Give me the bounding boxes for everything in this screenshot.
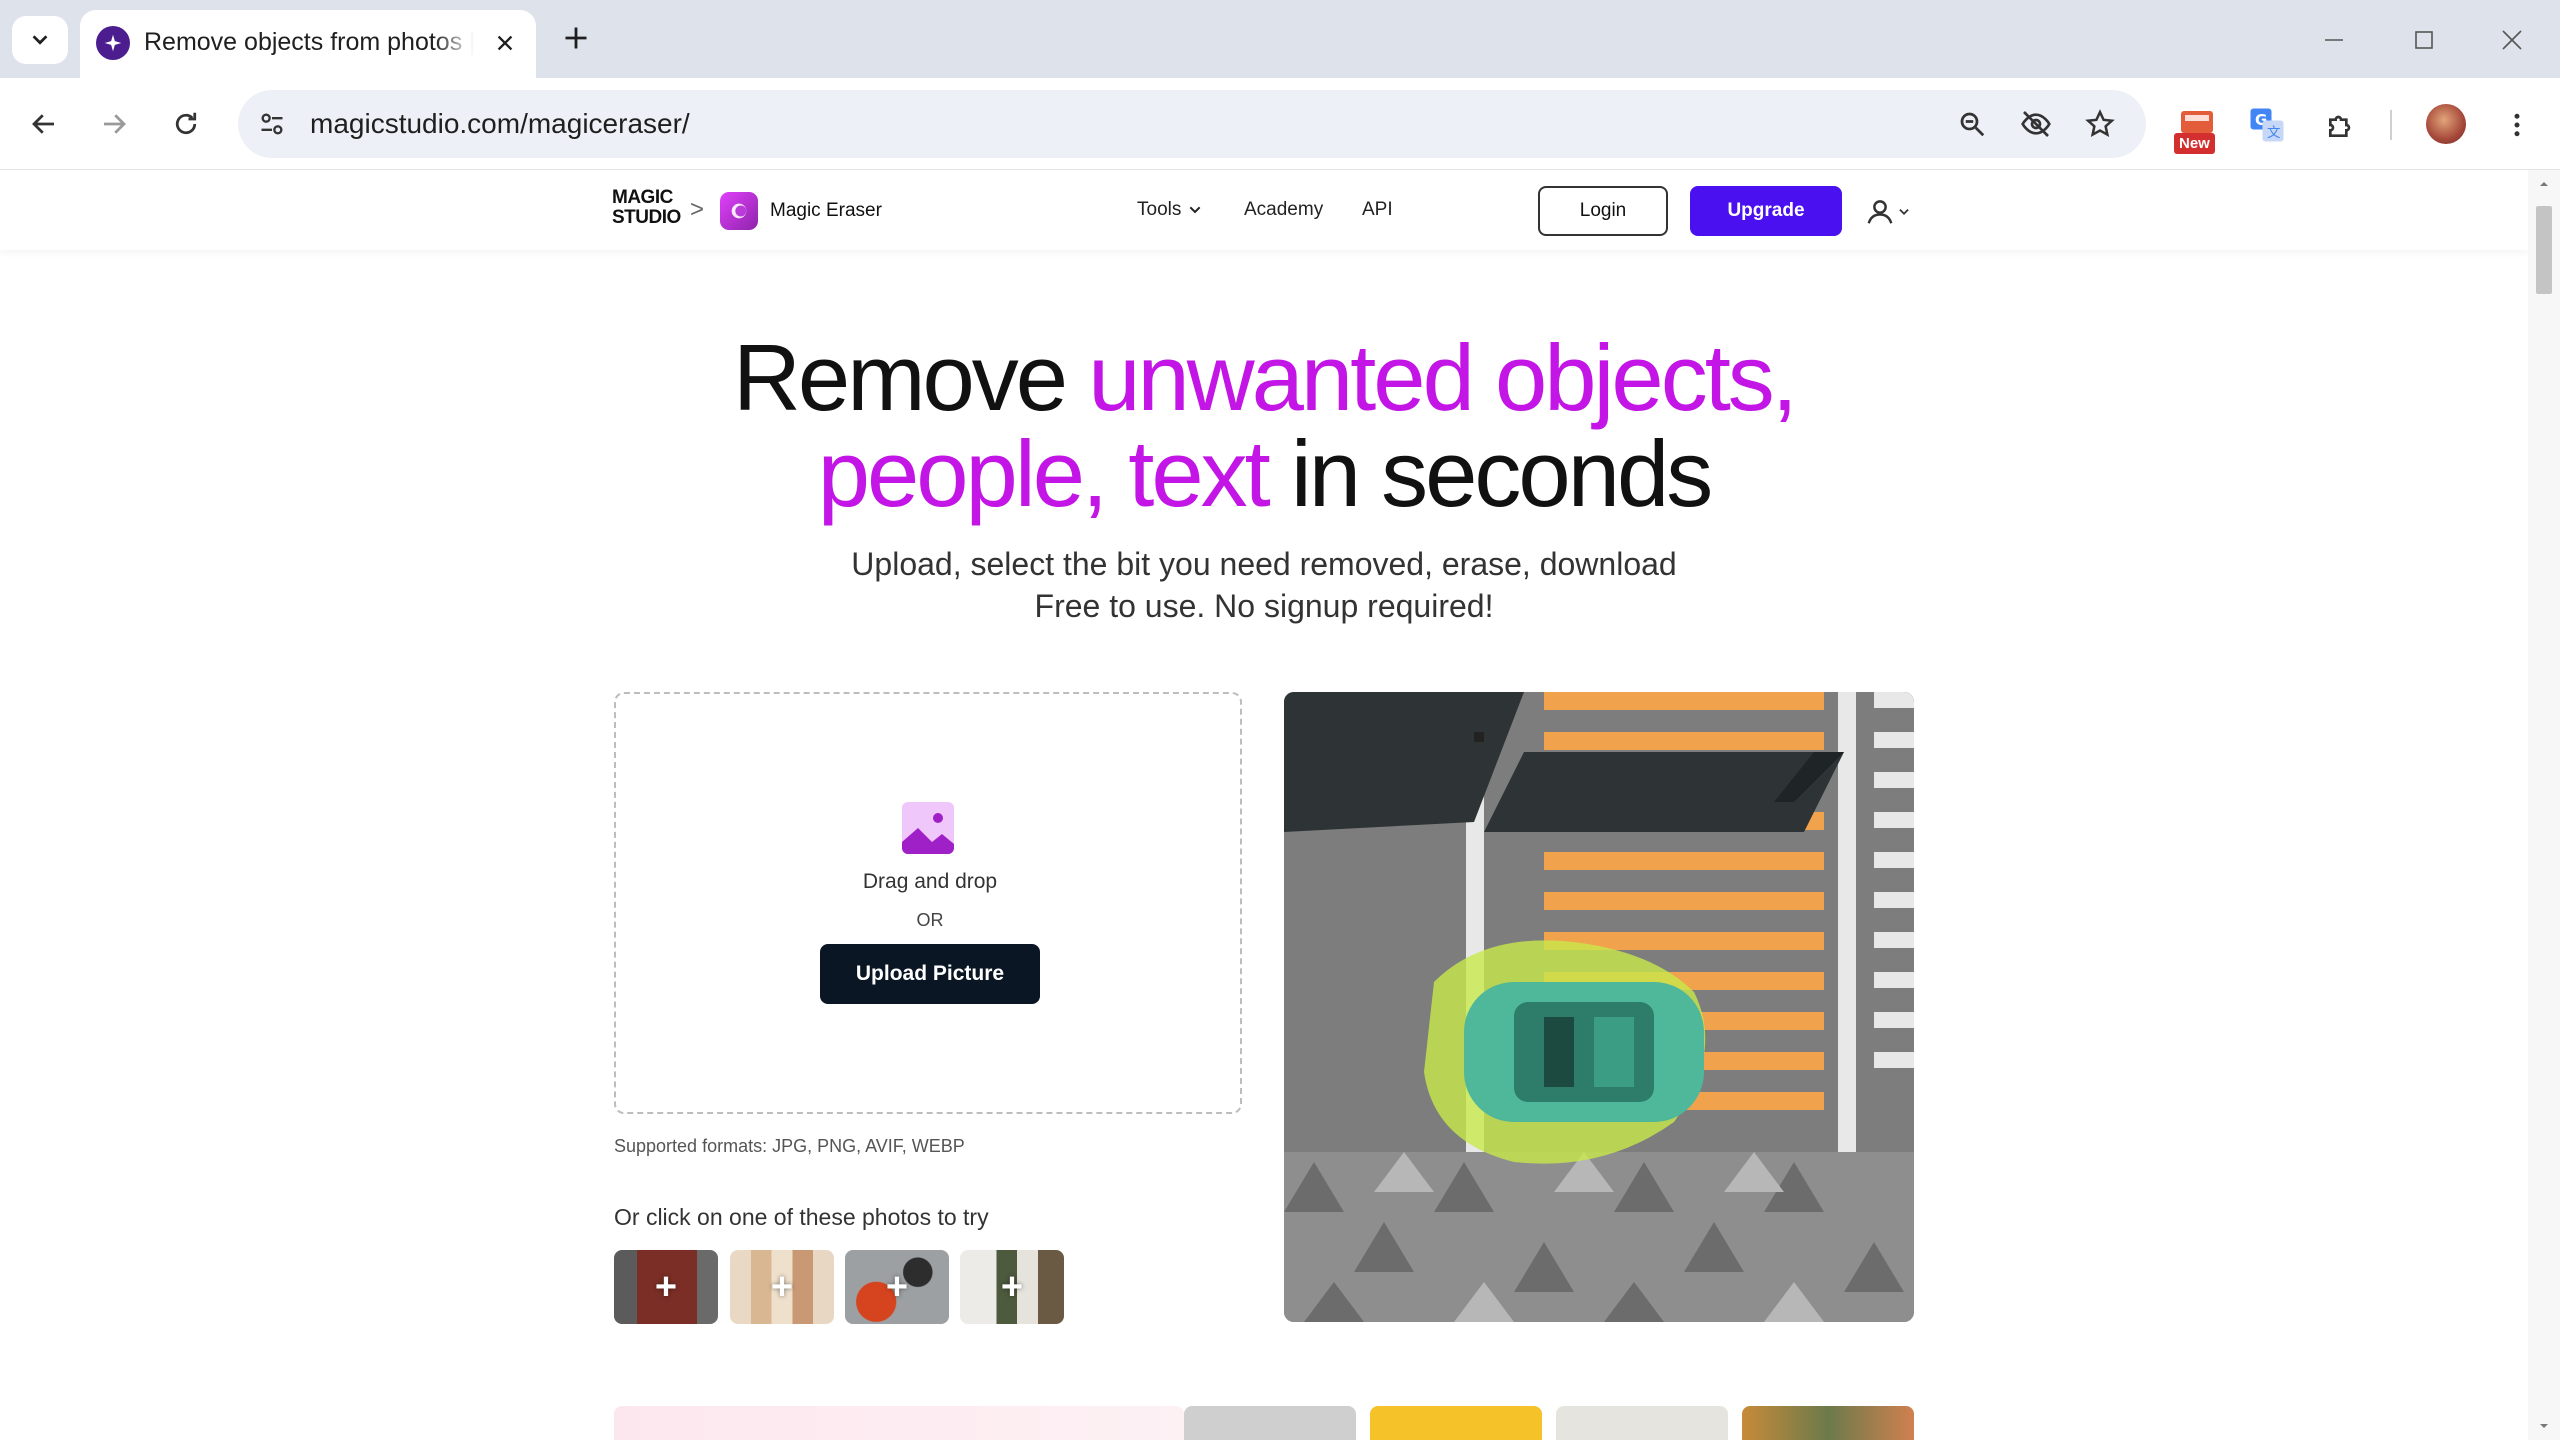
or-label: OR <box>916 910 944 930</box>
chevron-down-icon <box>1899 209 1909 215</box>
plus-icon: + <box>770 1266 794 1308</box>
hero-title-part2: in seconds <box>1267 421 1713 526</box>
address-bar[interactable]: magicstudio.com/magiceraser/ <box>238 90 2146 158</box>
nav-tools-label: Tools <box>1137 199 1182 220</box>
reload-icon[interactable] <box>162 100 210 148</box>
magic-eraser-product-icon[interactable] <box>720 192 758 230</box>
nav-api[interactable]: API <box>1362 199 1393 221</box>
eye-off-icon[interactable] <box>2016 104 2056 144</box>
minimize-icon[interactable] <box>2312 18 2356 62</box>
upload-dropzone[interactable]: Drag and drop OR Upload Picture <box>614 692 1242 1114</box>
login-button[interactable]: Login <box>1538 186 1668 236</box>
site-info-icon[interactable] <box>250 102 294 146</box>
upload-picture-button[interactable]: Upload Picture <box>820 944 1040 1004</box>
site-header: MAGIC STUDIO > Magic Eraser Tools Academ… <box>0 170 2528 250</box>
preview-image-3 <box>1556 1406 1728 1440</box>
nav-academy[interactable]: Academy <box>1244 199 1323 221</box>
chevron-down-icon <box>32 35 48 45</box>
image-upload-icon <box>902 802 954 854</box>
preview-banner <box>614 1406 1184 1440</box>
hero-title-accent2: people, text <box>817 421 1271 526</box>
translate-icon[interactable]: G文 <box>2242 100 2292 150</box>
extensions-puzzle-icon[interactable] <box>2316 100 2366 150</box>
svg-text:文: 文 <box>2267 125 2281 141</box>
account-menu-button[interactable] <box>1862 192 1914 232</box>
hero-title-part1: Remove <box>733 325 1089 430</box>
scroll-down-arrow-icon[interactable] <box>2536 1418 2552 1434</box>
tab-title: Remove objects from photos | Magic Studi… <box>144 28 474 56</box>
page-scrollbar[interactable] <box>2528 170 2560 1440</box>
close-window-icon[interactable] <box>2490 18 2534 62</box>
magic-studio-logo[interactable]: MAGIC STUDIO <box>612 188 682 234</box>
supported-formats: Supported formats: JPG, PNG, AVIF, WEBP <box>614 1136 965 1156</box>
hero-subtitle-line2: Free to use. No signup required! <box>1034 588 1494 624</box>
tab-search-button[interactable] <box>12 16 68 64</box>
product-name[interactable]: Magic Eraser <box>770 200 882 222</box>
back-arrow-icon[interactable] <box>20 100 68 148</box>
forward-arrow-icon[interactable] <box>90 100 138 148</box>
preview-image-1 <box>1184 1406 1356 1440</box>
breadcrumb-separator: > <box>690 196 705 223</box>
sample-photo-4[interactable]: + <box>960 1250 1064 1324</box>
try-samples-label: Or click on one of these photos to try <box>614 1204 989 1230</box>
preview-image-4 <box>1742 1406 1914 1440</box>
nav-academy-label: Academy <box>1244 199 1324 220</box>
logo-line-1: MAGIC <box>612 187 673 208</box>
plus-icon: + <box>654 1266 678 1308</box>
nav-tools[interactable]: Tools <box>1137 199 1203 221</box>
page-viewport: MAGIC STUDIO > Magic Eraser Tools Academ… <box>0 170 2528 1440</box>
hero-title: Remove unwanted objects, people, text in… <box>0 330 2528 522</box>
sample-photo-1[interactable]: + <box>614 1250 718 1324</box>
browser-toolbar: magicstudio.com/magiceraser/ New G文 <box>0 78 2560 170</box>
hero-subtitle-line1: Upload, select the bit you need removed,… <box>851 546 1677 582</box>
sample-photo-2[interactable]: + <box>730 1250 834 1324</box>
plus-icon: + <box>885 1266 909 1308</box>
maximize-icon[interactable] <box>2402 18 2446 62</box>
drag-and-drop-label: Drag and drop <box>862 870 998 893</box>
zoom-icon[interactable] <box>1952 104 1992 144</box>
more-vertical-icon[interactable] <box>2492 100 2542 150</box>
profile-avatar[interactable] <box>2426 104 2466 144</box>
new-tab-plus-icon[interactable] <box>556 18 596 58</box>
logo-line-2: STUDIO <box>612 207 681 228</box>
scroll-up-arrow-icon[interactable] <box>2536 176 2552 192</box>
nav-api-label: API <box>1362 199 1393 220</box>
new-badge: New <box>2174 133 2215 154</box>
browser-tab-bar: Remove objects from photos | Magic Studi… <box>0 0 2560 78</box>
new-extension-icon[interactable]: New <box>2172 100 2222 154</box>
url-text[interactable]: magicstudio.com/magiceraser/ <box>310 108 690 140</box>
upgrade-button[interactable]: Upgrade <box>1690 186 1842 236</box>
plus-icon: + <box>1000 1266 1024 1308</box>
tab-close-icon[interactable] <box>488 26 522 60</box>
bookmark-star-icon[interactable] <box>2080 104 2120 144</box>
preview-image-2 <box>1370 1406 1542 1440</box>
sample-photo-3[interactable]: + <box>845 1250 949 1324</box>
magic-studio-favicon-icon <box>96 26 130 60</box>
toolbar-divider <box>2390 110 2392 140</box>
chevron-down-icon <box>1189 206 1201 214</box>
active-tab[interactable]: Remove objects from photos | Magic Studi… <box>80 10 536 78</box>
scrollbar-thumb[interactable] <box>2536 206 2552 294</box>
user-icon <box>1867 200 1893 224</box>
example-crosswalk-image <box>1284 692 1914 1322</box>
hero-title-accent1: unwanted objects, <box>1088 325 1798 430</box>
